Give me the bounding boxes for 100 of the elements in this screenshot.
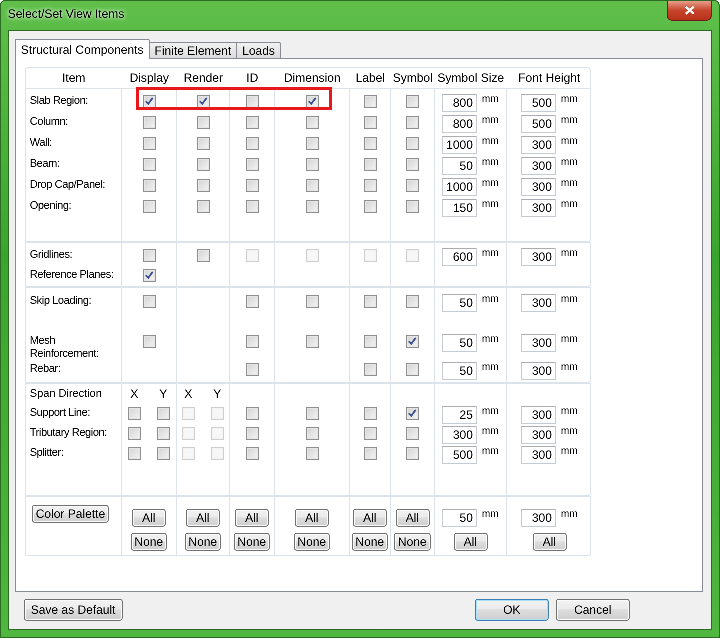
select-all-button[interactable]: All xyxy=(532,533,566,551)
checkbox[interactable] xyxy=(196,200,210,213)
select-none-button[interactable]: None xyxy=(394,533,431,551)
checkbox[interactable] xyxy=(306,95,318,108)
font-height-field[interactable]: 300 xyxy=(521,362,556,380)
checkbox[interactable] xyxy=(364,335,376,348)
select-none-button[interactable]: None xyxy=(184,533,222,551)
checkbox[interactable] xyxy=(406,95,419,108)
checkbox[interactable] xyxy=(142,158,156,171)
checkbox[interactable] xyxy=(246,158,258,171)
checkbox[interactable] xyxy=(364,447,376,460)
select-all-button[interactable]: All xyxy=(295,509,329,527)
cancel-button[interactable]: Cancel xyxy=(556,599,630,621)
checkbox[interactable] xyxy=(142,116,156,129)
checkbox[interactable] xyxy=(406,158,419,171)
checkbox[interactable] xyxy=(364,200,376,213)
checkbox[interactable] xyxy=(142,335,156,348)
checkbox[interactable] xyxy=(406,447,419,460)
checkbox[interactable] xyxy=(364,295,376,308)
font-height-field[interactable]: 300 xyxy=(521,157,556,175)
checkbox[interactable] xyxy=(406,407,419,420)
checkbox[interactable] xyxy=(128,407,141,420)
select-all-button[interactable]: All xyxy=(132,509,166,527)
symbol-size-field[interactable]: 50 xyxy=(442,157,478,175)
checkbox[interactable] xyxy=(246,427,258,440)
tab[interactable]: Loads xyxy=(236,42,282,59)
checkbox[interactable] xyxy=(406,295,419,308)
checkbox[interactable] xyxy=(306,158,318,171)
checkbox[interactable] xyxy=(306,447,318,460)
checkbox[interactable] xyxy=(364,407,376,420)
select-all-button[interactable]: All xyxy=(235,509,269,527)
checkbox[interactable] xyxy=(306,137,318,150)
checkbox[interactable] xyxy=(406,137,419,150)
checkbox[interactable] xyxy=(142,295,156,308)
checkbox[interactable] xyxy=(142,95,156,108)
checkbox[interactable] xyxy=(196,249,210,262)
checkbox[interactable] xyxy=(406,116,419,129)
checkbox[interactable] xyxy=(157,447,170,460)
checkbox[interactable] xyxy=(406,200,419,213)
checkbox[interactable] xyxy=(364,363,376,376)
select-all-button[interactable]: All xyxy=(353,509,387,527)
checkbox[interactable] xyxy=(128,447,141,460)
checkbox[interactable] xyxy=(364,95,376,108)
font-height-field[interactable]: 300 xyxy=(521,199,556,217)
checkbox[interactable] xyxy=(196,179,210,192)
symbol-size-field[interactable]: 50 xyxy=(442,334,478,352)
checkbox[interactable] xyxy=(142,179,156,192)
symbol-size-field[interactable]: 50 xyxy=(442,294,478,312)
symbol-size-field[interactable]: 600 xyxy=(442,248,478,266)
symbol-size-field[interactable]: 1000 xyxy=(442,136,478,154)
checkbox[interactable] xyxy=(406,335,419,348)
checkbox[interactable] xyxy=(364,158,376,171)
checkbox[interactable] xyxy=(306,116,318,129)
symbol-size-field[interactable]: 50 xyxy=(442,509,478,527)
checkbox[interactable] xyxy=(128,427,141,440)
checkbox[interactable] xyxy=(364,427,376,440)
symbol-size-field[interactable]: 50 xyxy=(442,362,478,380)
save-default-button[interactable]: Save as Default xyxy=(24,599,123,621)
checkbox[interactable] xyxy=(246,407,258,420)
select-none-button[interactable]: None xyxy=(352,533,388,551)
checkbox[interactable] xyxy=(246,200,258,213)
checkbox[interactable] xyxy=(306,335,318,348)
checkbox[interactable] xyxy=(157,427,170,440)
checkbox[interactable] xyxy=(246,447,258,460)
checkbox[interactable] xyxy=(246,363,258,376)
tab[interactable]: Finite Element xyxy=(148,42,238,59)
font-height-field[interactable]: 300 xyxy=(521,509,556,527)
checkbox[interactable] xyxy=(157,407,170,420)
font-height-field[interactable]: 300 xyxy=(521,406,556,424)
checkbox[interactable] xyxy=(306,427,318,440)
ok-button[interactable]: OK xyxy=(475,599,549,621)
font-height-field[interactable]: 300 xyxy=(521,426,556,444)
checkbox[interactable] xyxy=(246,179,258,192)
checkbox[interactable] xyxy=(406,363,419,376)
tab[interactable]: Structural Components xyxy=(15,39,150,59)
checkbox[interactable] xyxy=(196,116,210,129)
symbol-size-field[interactable]: 300 xyxy=(442,426,478,444)
checkbox[interactable] xyxy=(246,95,258,108)
font-height-field[interactable]: 300 xyxy=(521,446,556,464)
select-all-button[interactable]: All xyxy=(186,509,220,527)
symbol-size-field[interactable]: 1000 xyxy=(442,178,478,196)
checkbox[interactable] xyxy=(364,179,376,192)
select-all-button[interactable]: All xyxy=(396,509,430,527)
checkbox[interactable] xyxy=(246,295,258,308)
checkbox[interactable] xyxy=(196,95,210,108)
font-height-field[interactable]: 300 xyxy=(521,136,556,154)
symbol-size-field[interactable]: 800 xyxy=(442,94,478,112)
select-all-button[interactable]: All xyxy=(454,533,488,551)
checkbox[interactable] xyxy=(306,200,318,213)
checkbox[interactable] xyxy=(306,295,318,308)
symbol-size-field[interactable]: 800 xyxy=(442,115,478,133)
checkbox[interactable] xyxy=(246,137,258,150)
select-none-button[interactable]: None xyxy=(294,533,330,551)
checkbox[interactable] xyxy=(364,137,376,150)
symbol-size-field[interactable]: 25 xyxy=(442,406,478,424)
font-height-field[interactable]: 300 xyxy=(521,248,556,266)
checkbox[interactable] xyxy=(306,407,318,420)
select-none-button[interactable]: None xyxy=(234,533,270,551)
checkbox[interactable] xyxy=(142,137,156,150)
checkbox[interactable] xyxy=(306,179,318,192)
